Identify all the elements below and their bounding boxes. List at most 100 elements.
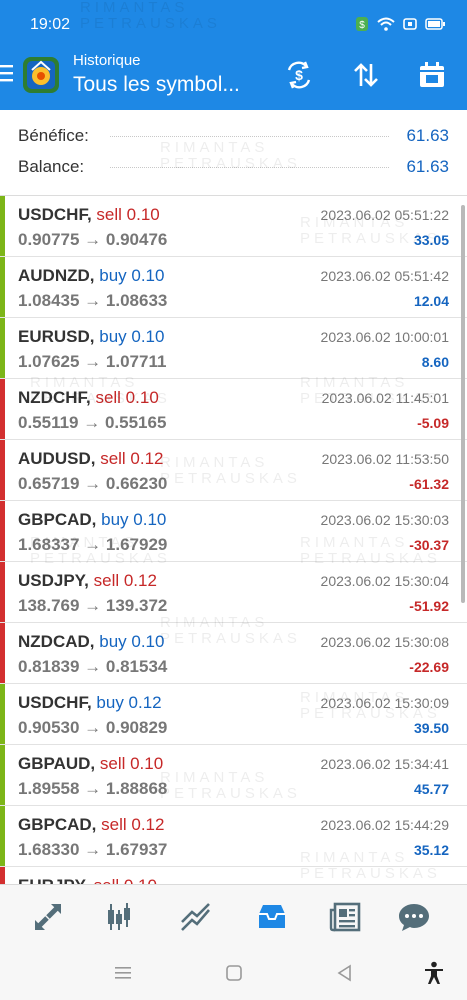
tab-quotes[interactable]	[26, 895, 70, 939]
trade-row[interactable]: NZDCHF, sell 0.10 0.55119 → 0.55165 2023.0…	[0, 379, 467, 440]
trade-row[interactable]: AUDNZD, buy 0.10 1.08435 → 1.08633 2023.06…	[0, 257, 467, 318]
trade-row[interactable]: GBPCAD, buy 0.10 1.68337 → 1.67929 2023.06…	[0, 501, 467, 562]
trade-close-time: 2023.06.02 15:30:03	[320, 512, 449, 528]
trade-profit: 45.77	[413, 781, 449, 797]
trade-icon	[181, 903, 210, 931]
trade-side-volume: buy 0.10	[99, 266, 165, 285]
trade-symbol: NZDCHF,	[18, 388, 91, 407]
trade-side-volume: sell 0.12	[93, 571, 157, 590]
trade-close-time: 2023.06.02 15:30:08	[320, 634, 449, 650]
trade-symbol: NZDCAD,	[18, 632, 95, 651]
currency-exchange-button[interactable]: $	[280, 56, 318, 94]
sort-button[interactable]	[347, 56, 385, 94]
news-icon	[329, 902, 361, 932]
trade-prices: 1.89558 → 1.88868	[18, 779, 168, 798]
trade-symbol-line: EURJPY, sell 0.10	[18, 876, 157, 884]
profit-indicator-bar	[0, 196, 5, 256]
trade-symbol: USDJPY,	[18, 571, 89, 590]
trade-prices: 0.90775 → 0.90476	[18, 230, 168, 249]
quotes-icon	[35, 904, 61, 930]
dotted-leader	[110, 136, 389, 137]
tab-history[interactable]	[250, 895, 294, 939]
recent-apps-button[interactable]	[110, 960, 136, 986]
trade-symbol: AUDUSD,	[18, 449, 96, 468]
trade-side-volume: sell 0.10	[95, 388, 159, 407]
calendar-button[interactable]	[413, 56, 451, 94]
trade-close-time: 2023.06.02 15:30:04	[320, 573, 449, 589]
dotted-leader	[110, 167, 389, 168]
trade-prices: 1.68337 → 1.67929	[18, 535, 168, 554]
trade-close-time: 2023.06.02 11:45:01	[321, 390, 449, 406]
trade-symbol: GBPCAD,	[18, 510, 97, 529]
trade-prices: 0.55119 → 0.55165	[18, 413, 167, 432]
trade-symbol-line: USDCHF, sell 0.10	[18, 205, 160, 225]
menu-icon[interactable]	[0, 62, 16, 84]
symbol-filter-title[interactable]: Tous les symbol...	[73, 73, 240, 97]
trade-row[interactable]: GBPAUD, sell 0.10 1.89558 → 1.88868 2023.0…	[0, 745, 467, 806]
currency-exchange-icon: $	[287, 61, 311, 89]
trade-symbol: USDCHF,	[18, 693, 92, 712]
history-icon	[259, 905, 285, 928]
status-time: 19:02	[30, 16, 71, 33]
trade-symbol: AUDNZD,	[18, 266, 95, 285]
tab-chart[interactable]	[97, 895, 141, 939]
profit-indicator-bar	[0, 379, 5, 439]
calendar-icon	[420, 62, 444, 87]
profit-indicator-bar	[0, 318, 5, 378]
tab-news[interactable]	[324, 895, 368, 939]
trade-symbol: USDCHF,	[18, 205, 92, 224]
wifi-icon	[377, 17, 395, 31]
trade-side-volume: sell 0.10	[96, 205, 160, 224]
profit-label: Bénéfice:	[18, 126, 89, 145]
tab-messages[interactable]	[392, 895, 436, 939]
sort-icon	[354, 63, 378, 87]
trade-side-volume: buy 0.10	[99, 632, 165, 651]
balance-value: 61.63	[406, 157, 449, 176]
trade-row[interactable]: AUDUSD, sell 0.12 0.65719 → 0.66230 2023.0…	[0, 440, 467, 501]
svg-text:$: $	[359, 20, 365, 31]
accessibility-button[interactable]	[421, 960, 447, 986]
home-button[interactable]	[221, 960, 247, 986]
messages-icon	[399, 904, 429, 931]
trade-profit: -22.69	[409, 659, 449, 675]
trade-symbol: EURUSD,	[18, 327, 95, 346]
trade-symbol: GBPCAD,	[18, 815, 97, 834]
trade-close-time: 2023.06.02 15:34:41	[320, 756, 449, 772]
scrollbar[interactable]	[461, 205, 465, 603]
trade-side-volume: buy 0.12	[96, 693, 162, 712]
trade-prices: 1.68330 → 1.67937	[18, 840, 168, 859]
trade-row[interactable]: USDCHF, sell 0.10 0.90775 → 0.90476 2023.0…	[0, 196, 467, 257]
trade-close-time: 2023.06.02 15:30:09	[320, 695, 449, 711]
profit-indicator-bar	[0, 745, 5, 805]
profit-indicator-bar	[0, 623, 5, 683]
sim-icon	[403, 18, 417, 30]
trade-side-volume: sell 0.10	[94, 876, 157, 884]
trade-row[interactable]: GBPCAD, sell 0.12 1.68330 → 1.67937 2023.0…	[0, 806, 467, 867]
trade-profit: 35.12	[413, 842, 449, 858]
trade-symbol-line: EURUSD, buy 0.10	[18, 327, 164, 347]
trade-row[interactable]: EURJPY, sell 0.10	[0, 867, 467, 884]
recent-apps-icon	[115, 967, 131, 979]
trade-row[interactable]: USDJPY, sell 0.12 138.769 → 139.372 2023.0…	[0, 562, 467, 623]
trade-row[interactable]: NZDCAD, buy 0.10 0.81839 → 0.81534 2023.06…	[0, 623, 467, 684]
trade-close-time: 2023.06.02 05:51:42	[320, 268, 449, 284]
home-icon	[226, 965, 242, 981]
trade-prices: 0.90530 → 0.90829	[18, 718, 168, 737]
trade-side-volume: sell 0.12	[100, 449, 164, 468]
profit-indicator-bar	[0, 867, 5, 884]
trade-row[interactable]: USDCHF, buy 0.12 0.90530 → 0.90829 2023.06…	[0, 684, 467, 745]
trade-close-time: 2023.06.02 15:44:29	[320, 817, 449, 833]
trade-close-time: 2023.06.02 11:53:50	[321, 451, 449, 467]
status-bar: 19:02 $	[0, 0, 467, 46]
trade-side-volume: sell 0.12	[101, 815, 165, 834]
trade-row[interactable]: EURUSD, buy 0.10 1.07625 → 1.07711 2023.06…	[0, 318, 467, 379]
trade-symbol-line: USDCHF, buy 0.12	[18, 693, 162, 713]
trade-profit: -61.32	[409, 476, 449, 492]
history-summary: Bénéfice: 61.63 Balance: 61.63	[0, 110, 467, 196]
trade-close-time: 2023.06.02 05:51:22	[320, 207, 449, 223]
trade-symbol-line: NZDCAD, buy 0.10	[18, 632, 164, 652]
back-button[interactable]	[332, 960, 358, 986]
status-icons: $	[355, 16, 445, 32]
tab-trade[interactable]	[174, 895, 218, 939]
trade-history-list[interactable]: USDCHF, sell 0.10 0.90775 → 0.90476 2023.0…	[0, 196, 467, 884]
